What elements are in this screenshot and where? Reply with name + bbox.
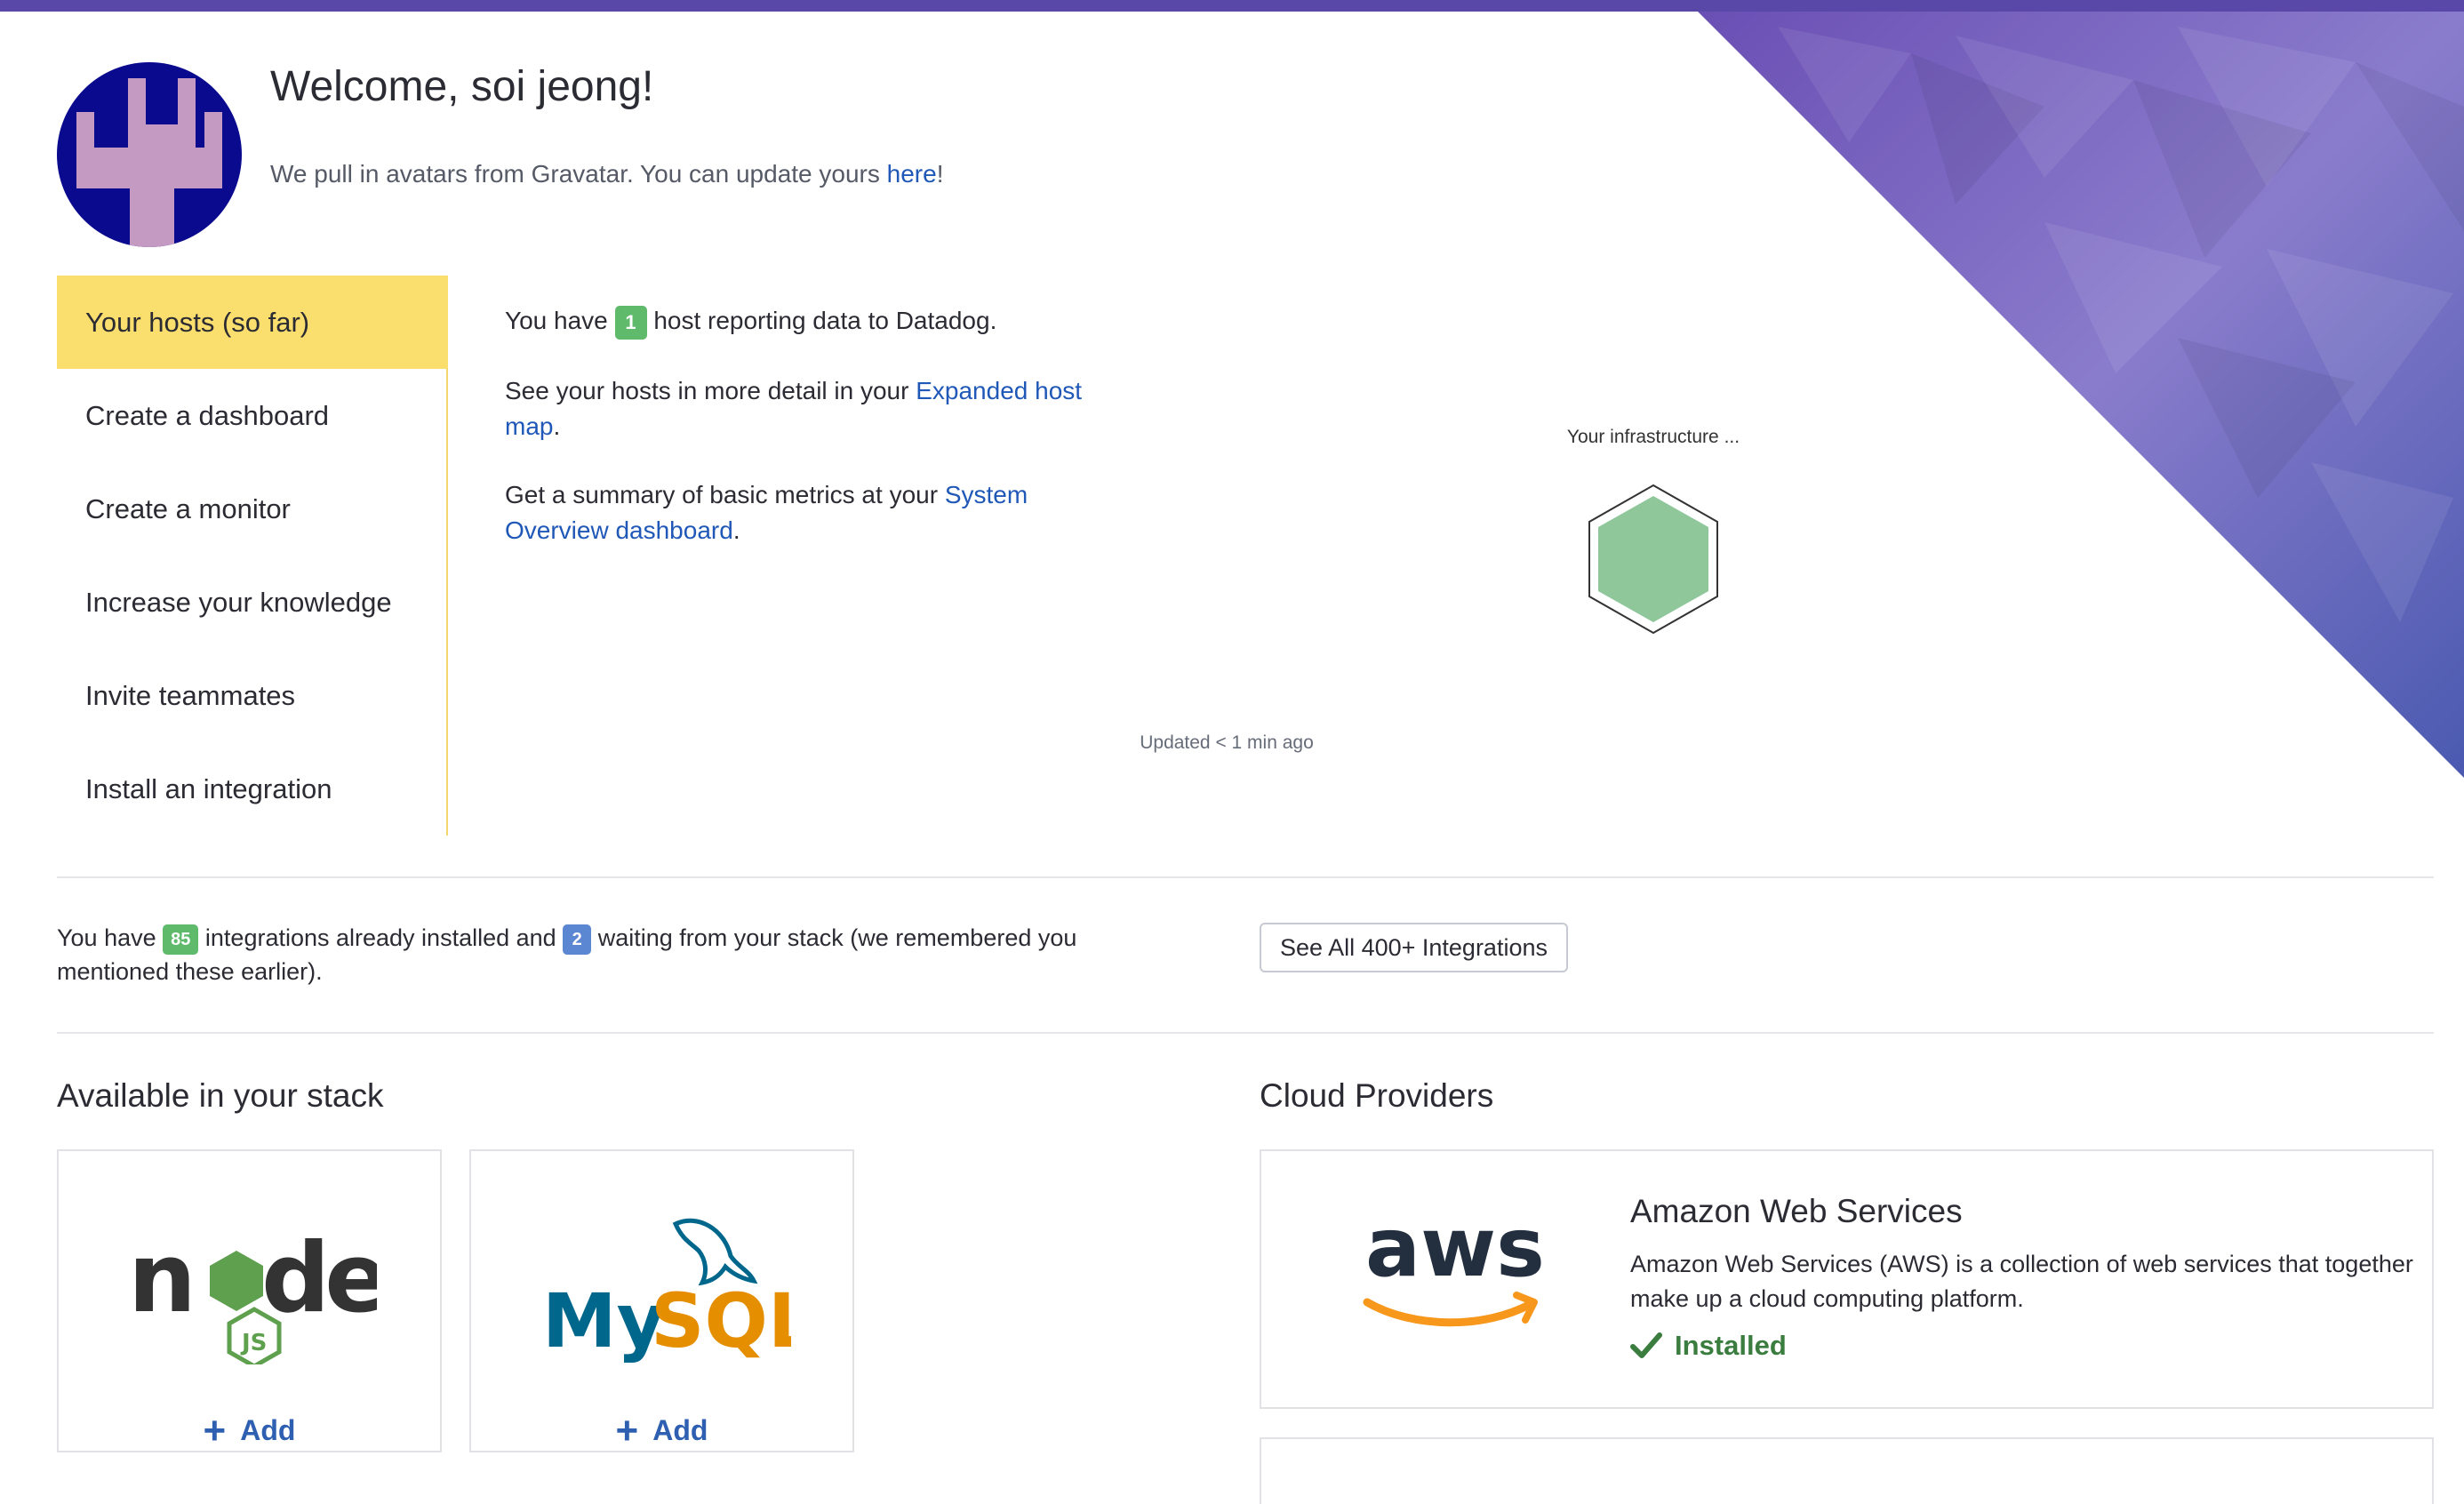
infrastructure-label: Your infrastructure ... (1566, 427, 1740, 447)
nodejs-logo: n de JS (128, 1223, 377, 1364)
tab-create-dashboard[interactable]: Create a dashboard (57, 369, 448, 462)
welcome-subtitle-text: We pull in avatars from Gravatar. You ca… (270, 160, 887, 188)
tab-increase-knowledge[interactable]: Increase your knowledge (57, 556, 448, 649)
aws-logo: aws (1363, 1204, 1545, 1327)
cloud-section-title: Cloud Providers (1260, 1077, 1494, 1114)
hosts-line-suffix: host reporting data to Datadog. (653, 307, 997, 334)
add-mysql-label: Add (652, 1414, 708, 1446)
top-accent-bar (0, 0, 2464, 12)
aws-description: Amazon Web Services (AWS) is a collectio… (1630, 1251, 2413, 1312)
waiting-count-badge: 2 (563, 924, 592, 955)
tab-your-hosts[interactable]: Your hosts (so far) (57, 276, 448, 369)
aws-installed-status: Installed (1630, 1330, 1787, 1362)
divider (57, 876, 2434, 878)
datadog-welcome-page: Welcome, soi jeong! We pull in avatars f… (0, 0, 2464, 1504)
aws-title: Amazon Web Services (1630, 1193, 1963, 1229)
see-all-integrations-button[interactable]: See All 400+ Integrations (1260, 923, 1568, 972)
integrations-summary: You have 85 integrations already install… (57, 921, 1159, 988)
host-map-line: See your hosts in more detail in your Ex… (505, 373, 1109, 444)
system-overview-prefix: Get a summary of basic metrics at your (505, 481, 945, 508)
welcome-subtitle: We pull in avatars from Gravatar. You ca… (270, 160, 943, 188)
system-overview-suffix: . (732, 516, 740, 544)
tab-invite-teammates[interactable]: Invite teammates (57, 649, 448, 742)
welcome-subtitle-suffix: ! (936, 160, 944, 188)
add-node-button[interactable]: + Add (59, 1409, 440, 1453)
svg-text:SQL: SQL (651, 1277, 791, 1364)
avatar-identicon (76, 78, 222, 247)
svg-text:My: My (542, 1277, 665, 1364)
integrations-middle: integrations already installed and (204, 924, 556, 951)
hosts-line-prefix: You have (505, 307, 608, 334)
installed-label: Installed (1675, 1330, 1787, 1361)
plus-icon: + (203, 1409, 227, 1452)
system-overview-line: Get a summary of basic metrics at your S… (505, 477, 1038, 548)
add-node-label: Add (240, 1414, 296, 1446)
hosts-count-line: You have 1 host reporting data to Datado… (505, 303, 1127, 340)
mysql-integration-card[interactable]: My SQL + Add (469, 1149, 854, 1452)
onboarding-tabs: Your hosts (so far) Create a dashboard C… (57, 276, 448, 836)
host-hexagon[interactable] (1586, 484, 1721, 635)
gravatar-link[interactable]: here (887, 160, 937, 188)
cloud-provider-card-2[interactable] (1260, 1437, 2434, 1504)
host-count-badge: 1 (614, 305, 647, 340)
stack-section-title: Available in your stack (57, 1077, 384, 1114)
tab-install-integration[interactable]: Install an integration (57, 742, 448, 836)
aws-logo-text: aws (1365, 1204, 1545, 1295)
updated-timestamp: Updated < 1 min ago (1140, 732, 1314, 753)
host-map-prefix: See your hosts in more detail in your (505, 377, 916, 404)
welcome-title: Welcome, soi jeong! (270, 63, 654, 110)
mysql-logo: My SQL (542, 1218, 791, 1364)
avatar[interactable] (57, 62, 242, 247)
installed-count-badge: 85 (163, 924, 199, 955)
integrations-prefix: You have (57, 924, 156, 951)
plus-icon: + (615, 1409, 639, 1452)
svg-text:JS: JS (240, 1330, 267, 1356)
tab-create-monitor[interactable]: Create a monitor (57, 462, 448, 556)
node-integration-card[interactable]: n de JS + Add (57, 1149, 442, 1452)
add-mysql-button[interactable]: + Add (471, 1409, 852, 1453)
host-map-suffix: . (553, 412, 561, 440)
divider (57, 1032, 2434, 1034)
svg-text:de: de (261, 1223, 377, 1334)
checkmark-icon (1630, 1332, 1662, 1358)
svg-text:n: n (128, 1223, 191, 1334)
